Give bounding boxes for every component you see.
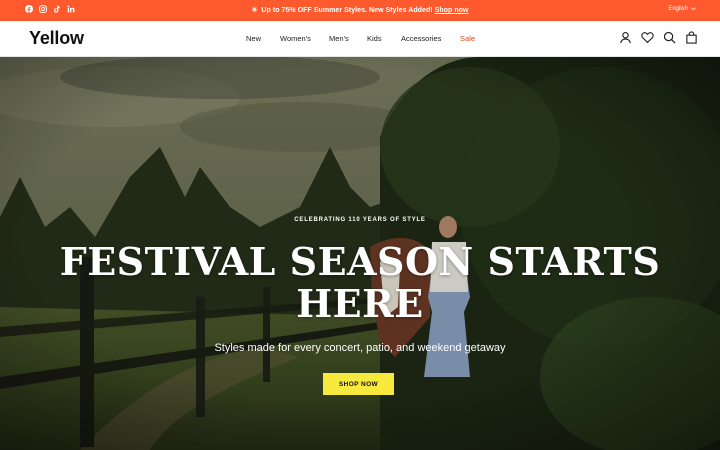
- site-header: Yellow New Women's Men's Kids Accessorie…: [0, 21, 720, 57]
- nav-item-mens[interactable]: Men's: [329, 34, 349, 43]
- language-selector[interactable]: English: [668, 6, 696, 12]
- nav-item-sale[interactable]: Sale: [460, 34, 475, 43]
- hero-subline: Styles made for every concert, patio, an…: [214, 342, 506, 354]
- nav-item-new[interactable]: New: [246, 34, 261, 43]
- sparkle-icon: ✳: [251, 7, 258, 14]
- hero-banner: CELEBRATING 110 YEARS OF STYLE FESTIVAL …: [0, 57, 720, 450]
- cart-icon[interactable]: [685, 31, 698, 44]
- announcement-message: Up to 75% OFF Summer Styles. New Styles …: [261, 7, 433, 14]
- hero-headline: FESTIVAL SEASON STARTS HERE: [59, 239, 661, 326]
- shop-now-link[interactable]: Shop now: [435, 7, 469, 14]
- hero-eyebrow: CELEBRATING 110 YEARS OF STYLE: [294, 217, 426, 223]
- nav-item-kids[interactable]: Kids: [367, 34, 382, 43]
- language-label: English: [668, 6, 688, 12]
- hero-content: CELEBRATING 110 YEARS OF STYLE FESTIVAL …: [0, 57, 720, 450]
- main-nav: New Women's Men's Kids Accessories Sale: [0, 34, 720, 46]
- announcement-bar: ✳ Up to 75% OFF Summer Styles. New Style…: [0, 0, 720, 21]
- header-icons: [619, 31, 698, 44]
- shop-now-button[interactable]: SHOP NOW: [323, 373, 394, 395]
- chevron-down-icon: [691, 7, 696, 11]
- search-icon[interactable]: [663, 31, 676, 44]
- nav-item-accessories[interactable]: Accessories: [401, 34, 441, 43]
- nav-item-womens[interactable]: Women's: [280, 34, 311, 43]
- account-icon[interactable]: [619, 31, 632, 44]
- announcement-text: ✳ Up to 75% OFF Summer Styles. New Style…: [0, 5, 720, 16]
- wishlist-icon[interactable]: [641, 31, 654, 44]
